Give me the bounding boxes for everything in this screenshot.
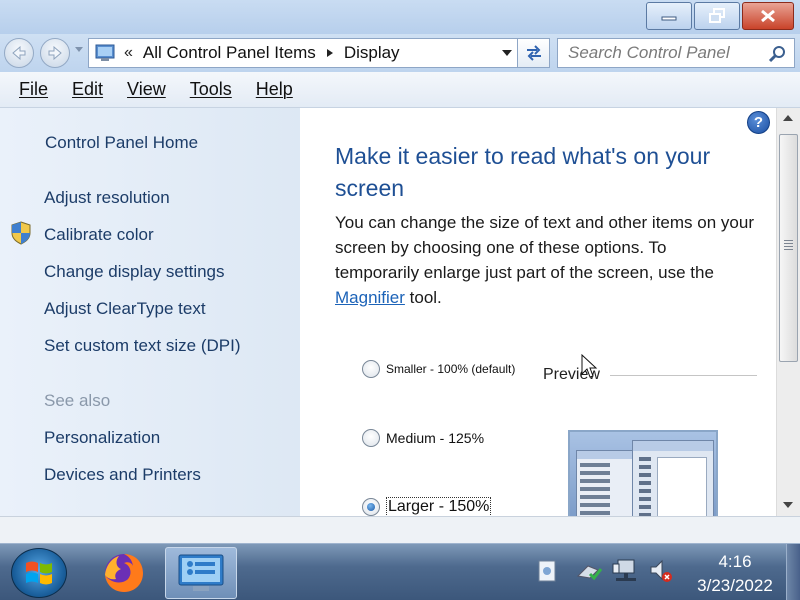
content-pane: ? Make it easier to read what's on your … [300, 108, 776, 516]
menu-view[interactable]: View [115, 79, 178, 100]
restore-icon [709, 8, 725, 23]
preview-window-front-titlebar [633, 441, 713, 451]
description-text-end: tool. [404, 288, 442, 307]
restore-button[interactable] [694, 2, 740, 30]
tray-volume[interactable] [648, 558, 674, 589]
system-tray [536, 558, 684, 589]
search-icon[interactable] [768, 45, 786, 63]
minimize-icon [661, 16, 677, 21]
action-center-icon [576, 565, 603, 581]
taskbar: 4:16 3/23/2022 [0, 543, 800, 600]
recent-pages-dropdown-icon[interactable] [74, 46, 84, 54]
help-icon[interactable]: ? [747, 111, 770, 134]
address-bar[interactable]: « All Control Panel Items Display [88, 38, 518, 68]
adjust-resolution-link[interactable]: Adjust resolution [44, 188, 170, 208]
close-icon [761, 9, 775, 23]
tray-network[interactable] [612, 558, 638, 589]
option-smaller[interactable]: Smaller - 100% (default) [362, 360, 515, 378]
clock-time: 4:16 [718, 552, 752, 571]
document-icon [538, 560, 556, 582]
refresh-button[interactable] [518, 38, 550, 68]
option-medium[interactable]: Medium - 125% [362, 429, 484, 447]
option-smaller-label[interactable]: Smaller - 100% (default) [386, 362, 515, 376]
navigation-bar: « All Control Panel Items Display [0, 34, 800, 72]
taskbar-firefox[interactable] [88, 547, 160, 599]
back-button[interactable] [4, 38, 34, 68]
menu-help[interactable]: Help [244, 79, 305, 100]
magnifier-link[interactable]: Magnifier [335, 288, 405, 307]
page-title: Make it easier to read what's on your sc… [335, 143, 711, 201]
firefox-icon [105, 554, 143, 592]
mouse-cursor-icon [581, 354, 598, 378]
radio-smaller[interactable] [362, 360, 380, 378]
scrollbar-grip [784, 240, 793, 252]
minimize-button[interactable] [646, 2, 692, 30]
devices-and-printers-link[interactable]: Devices and Printers [44, 465, 201, 485]
control-panel-icon [178, 554, 224, 591]
start-button[interactable] [11, 548, 67, 598]
close-button[interactable] [742, 2, 794, 30]
windows-logo-icon [26, 561, 52, 585]
breadcrumb-all-items[interactable]: All Control Panel Items [143, 43, 316, 63]
option-medium-label[interactable]: Medium - 125% [386, 430, 484, 446]
tray-action-center[interactable] [576, 560, 603, 587]
taskbar-clock[interactable]: 4:16 3/23/2022 [690, 550, 780, 598]
preview-window-front-list [639, 457, 651, 516]
scroll-up-arrow-icon[interactable] [781, 113, 795, 123]
back-arrow-icon [12, 46, 26, 60]
title-bar [0, 0, 800, 34]
calibrate-color-link[interactable]: Calibrate color [44, 225, 154, 245]
search-input[interactable] [568, 43, 768, 63]
menu-tools[interactable]: Tools [178, 79, 244, 100]
control-panel-home-link[interactable]: Control Panel Home [45, 133, 198, 153]
menu-bar: File Edit View Tools Help [0, 72, 800, 108]
scrollbar-thumb[interactable] [779, 134, 798, 362]
taskbar-control-panel[interactable] [165, 547, 237, 599]
breadcrumb-overflow-icon[interactable]: « [124, 44, 133, 62]
personalization-link[interactable]: Personalization [44, 428, 160, 448]
scroll-down-arrow-icon[interactable] [781, 500, 795, 510]
clock-date: 3/23/2022 [697, 576, 773, 595]
shield-icon [11, 221, 31, 245]
tray-document[interactable] [536, 559, 558, 588]
preview-window-front-panel [657, 457, 707, 516]
search-box[interactable] [557, 38, 795, 68]
preview-window-front [632, 440, 714, 516]
page-description: You can change the size of text and othe… [335, 210, 755, 310]
volume-muted-icon [650, 559, 672, 582]
forward-button[interactable] [40, 38, 70, 68]
refresh-icon [526, 45, 541, 61]
control-panel-icon [95, 44, 115, 61]
forward-arrow-icon [48, 46, 62, 60]
preview-image [568, 430, 718, 516]
radio-larger[interactable] [362, 498, 380, 516]
menu-file[interactable]: File [7, 79, 60, 100]
option-larger-label[interactable]: Larger - 150% [386, 497, 492, 516]
see-also-heading: See also [44, 391, 111, 410]
vertical-scrollbar[interactable] [776, 108, 800, 516]
network-icon [612, 559, 636, 581]
breadcrumb-display[interactable]: Display [344, 43, 400, 63]
breadcrumb-separator-icon[interactable] [326, 48, 334, 58]
show-desktop-button[interactable] [786, 544, 800, 600]
change-display-settings-link[interactable]: Change display settings [44, 262, 225, 282]
description-text: You can change the size of text and othe… [335, 213, 754, 282]
radio-medium[interactable] [362, 429, 380, 447]
status-bar [0, 516, 800, 543]
adjust-cleartype-link[interactable]: Adjust ClearType text [44, 299, 206, 319]
preview-window-back-list [580, 463, 610, 516]
option-larger[interactable]: Larger - 150% [362, 497, 492, 516]
left-pane: Control Panel Home Adjust resolution Cal… [0, 108, 300, 516]
address-dropdown-icon[interactable] [501, 49, 513, 57]
preview-divider [610, 375, 757, 376]
menu-edit[interactable]: Edit [60, 79, 115, 100]
window-controls [644, 2, 794, 30]
custom-text-size-link[interactable]: Set custom text size (DPI) [44, 336, 241, 356]
